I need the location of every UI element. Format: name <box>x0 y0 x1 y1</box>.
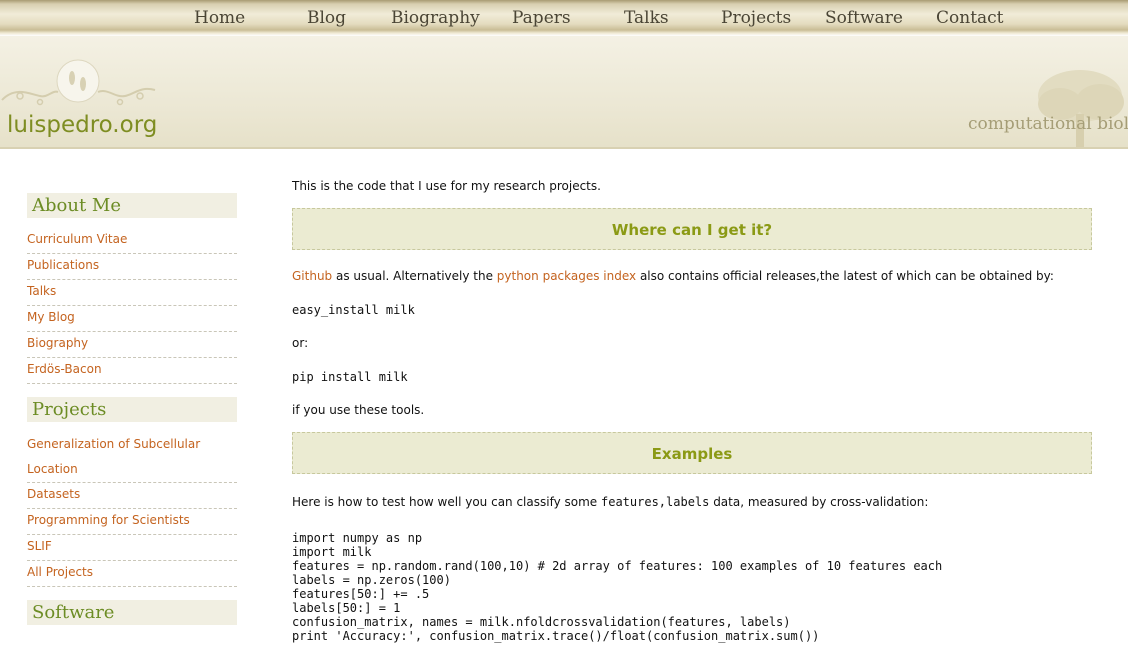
examples-heading: Examples <box>651 445 733 463</box>
nav-contact[interactable]: Contact <box>936 8 1004 28</box>
sidebar-item-curriculum-vitae[interactable]: Curriculum Vitae <box>27 228 237 254</box>
header-banner: luispedro.org computational biolo <box>0 36 1128 149</box>
footprint-ornament-icon <box>1 59 156 106</box>
examples-text-2: data, measured by cross-validation: <box>709 495 929 509</box>
sidebar-item-programming-for-scientists[interactable]: Programming for Scientists <box>27 509 237 535</box>
sidebar-item-erdos-bacon[interactable]: Erdös-Bacon <box>27 358 237 384</box>
sidebar-item-subcellular-location[interactable]: Generalization of Subcellular Location <box>27 432 237 483</box>
sidebar-heading-about-me: About Me <box>27 193 237 218</box>
nav-papers[interactable]: Papers <box>512 8 571 28</box>
where-text-2: also contains official releases,the late… <box>636 269 1054 283</box>
examples-inline-code: features,labels <box>601 495 710 509</box>
sidebar-item-label: Publications <box>27 258 100 272</box>
sidebar-item-all-projects[interactable]: All Projects <box>27 561 237 587</box>
examples-text-1: Here is how to test how well you can cla… <box>292 495 601 509</box>
sidebar-item-label: My Blog <box>27 310 75 324</box>
or-text: or: <box>292 336 309 350</box>
sidebar-item-label: Datasets <box>27 487 81 501</box>
code-block: import numpy as np import milk features … <box>292 531 1092 643</box>
code-line: labels = np.zeros(100) <box>292 573 451 587</box>
sidebar-heading-software: Software <box>27 600 237 625</box>
easy-install-command: easy_install milk <box>292 303 415 317</box>
pypi-link[interactable]: python packages index <box>497 269 636 283</box>
tools-text: if you use these tools. <box>292 403 425 417</box>
code-line: features[50:] += .5 <box>292 587 430 601</box>
where-heading: Where can I get it? <box>611 221 773 239</box>
nav-projects[interactable]: Projects <box>721 8 791 28</box>
nav-home[interactable]: Home <box>194 8 245 28</box>
sidebar-list-about-me: Curriculum Vitae Publications Talks My B… <box>27 218 237 384</box>
sidebar: About Me Curriculum Vitae Publications T… <box>27 193 237 625</box>
intro-text: This is the code that I use for my resea… <box>292 179 601 193</box>
nav-software[interactable]: Software <box>825 8 903 28</box>
sidebar-item-slif[interactable]: SLIF <box>27 535 237 561</box>
site-title[interactable]: luispedro.org <box>7 112 157 138</box>
sidebar-list-projects: Generalization of Subcellular Location D… <box>27 422 237 587</box>
sidebar-item-my-blog[interactable]: My Blog <box>27 306 237 332</box>
sidebar-item-label: Biography <box>27 336 89 350</box>
sidebar-item-datasets[interactable]: Datasets <box>27 483 237 509</box>
site-tagline: computational biolo <box>968 114 1128 134</box>
code-line: confusion_matrix, names = milk.nfoldcros… <box>292 615 791 629</box>
top-navigation: Home Blog Biography Papers Talks Project… <box>0 0 1128 36</box>
code-line: labels[50:] = 1 <box>292 601 401 615</box>
nav-blog[interactable]: Blog <box>307 8 346 28</box>
sidebar-item-label: All Projects <box>27 565 93 579</box>
where-paragraph: Github as usual. Alternatively the pytho… <box>292 268 1092 284</box>
code-line: features = np.random.rand(100,10) # 2d a… <box>292 559 943 573</box>
sidebar-item-label: Generalization of Subcellular Location <box>27 437 201 476</box>
nav-talks[interactable]: Talks <box>624 8 669 28</box>
sidebar-item-label: Erdös-Bacon <box>27 362 102 376</box>
code-line: import milk <box>292 545 372 559</box>
main-content: This is the code that I use for my resea… <box>292 178 1092 643</box>
sidebar-heading-projects: Projects <box>27 397 237 422</box>
code-line: print 'Accuracy:', confusion_matrix.trac… <box>292 629 820 643</box>
sidebar-item-label: SLIF <box>27 539 52 553</box>
examples-paragraph: Here is how to test how well you can cla… <box>292 494 1092 510</box>
tree-decoration-icon <box>1038 70 1124 147</box>
sidebar-item-label: Curriculum Vitae <box>27 232 128 246</box>
code-line: import numpy as np <box>292 531 423 545</box>
sidebar-item-publications[interactable]: Publications <box>27 254 237 280</box>
sidebar-item-label: Programming for Scientists <box>27 513 190 527</box>
where-text-1: as usual. Alternatively the <box>332 269 497 283</box>
nav-biography[interactable]: Biography <box>391 8 480 28</box>
pip-install-command: pip install milk <box>292 370 408 384</box>
where-heading-box: Where can I get it? <box>292 208 1092 250</box>
github-link[interactable]: Github <box>292 269 332 283</box>
sidebar-item-label: Talks <box>27 284 57 298</box>
sidebar-item-biography[interactable]: Biography <box>27 332 237 358</box>
sidebar-item-talks[interactable]: Talks <box>27 280 237 306</box>
examples-heading-box: Examples <box>292 432 1092 474</box>
